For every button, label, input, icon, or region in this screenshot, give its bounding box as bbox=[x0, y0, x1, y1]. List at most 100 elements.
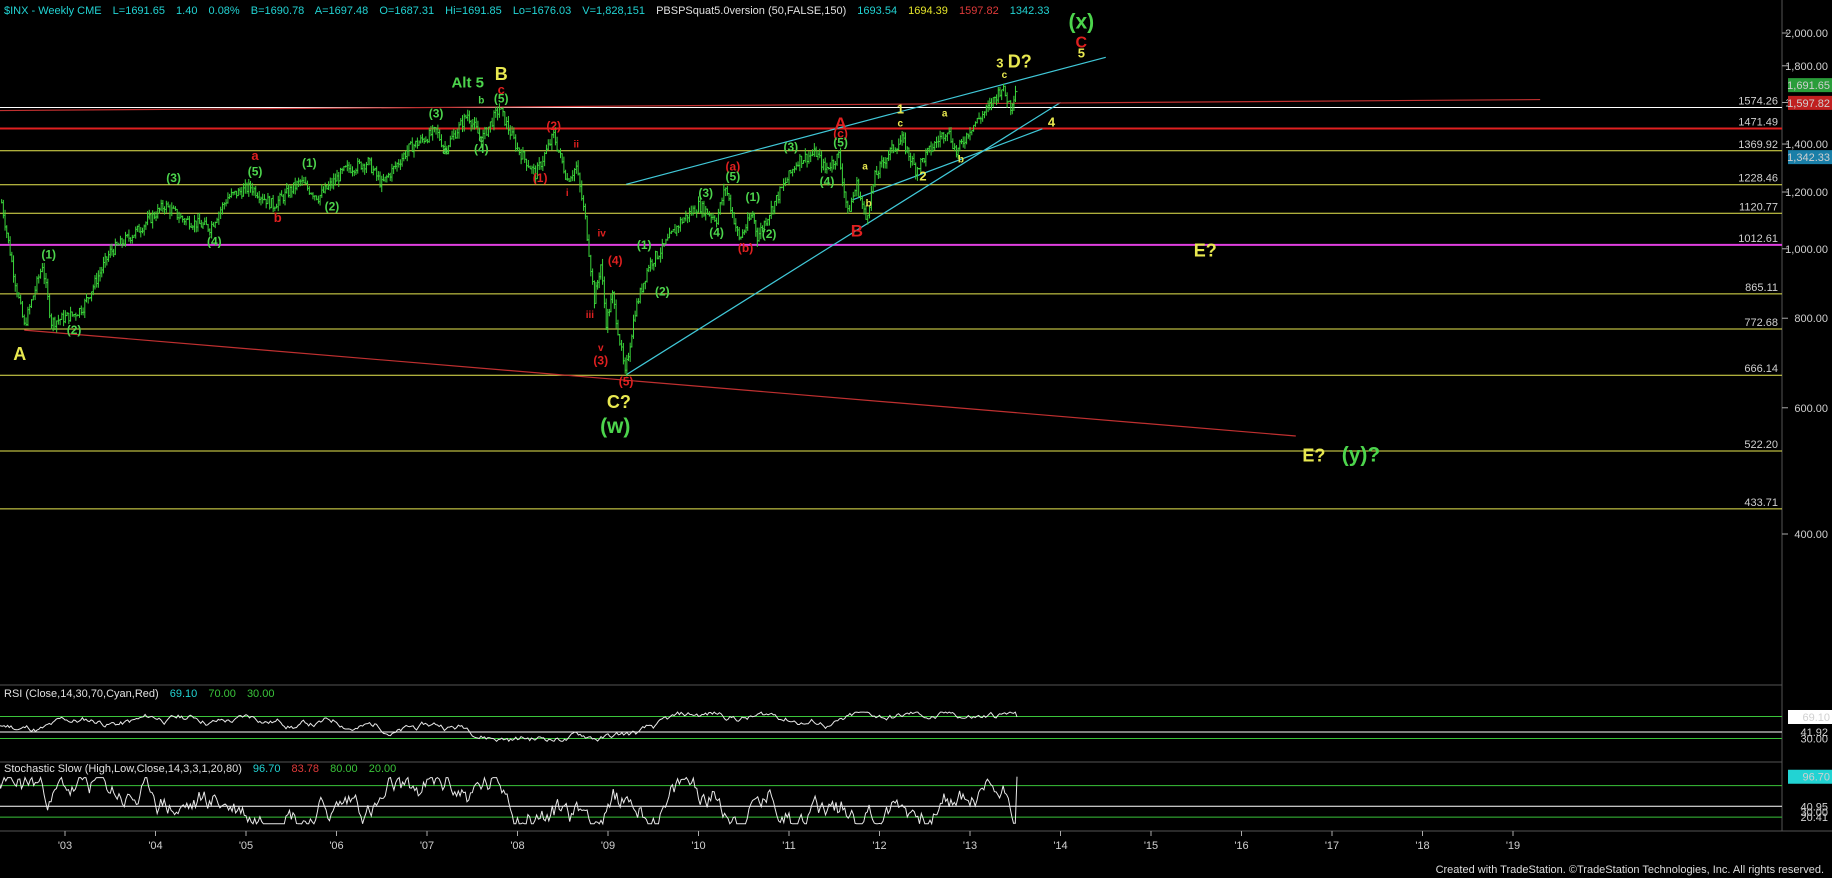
x-tick-label: '09 bbox=[601, 840, 615, 852]
level-label: 1120.77 bbox=[1739, 201, 1778, 213]
y-tick-label: 600.00 bbox=[1794, 403, 1828, 415]
header: $INX - Weekly CME L=1691.65 1.40 0.08% B… bbox=[4, 5, 1050, 17]
wave-label: a bbox=[442, 146, 448, 157]
low: Lo=1676.03 bbox=[513, 5, 571, 17]
osc-tag-text: 96.70 bbox=[1802, 772, 1830, 784]
y-tick-label: 2,000.00 bbox=[1785, 28, 1828, 40]
level-label: 1012.61 bbox=[1738, 233, 1778, 245]
x-tick-label: '13 bbox=[963, 840, 977, 852]
wave-label: (1) bbox=[745, 190, 760, 204]
level-label: 666.14 bbox=[1744, 363, 1778, 375]
x-tick-label: '06 bbox=[329, 840, 343, 852]
x-tick-label: '12 bbox=[872, 840, 886, 852]
rsi-title: RSI (Close,14,30,70,Cyan,Red) bbox=[4, 688, 159, 700]
wave-label: (2) bbox=[325, 200, 340, 214]
last-value: L=1691.65 bbox=[113, 5, 165, 17]
tradestation-chart[interactable]: A (1) (2) (3) (4) a (5) b (1) (2) (3) a Alt 5 b c (4) Bc… bbox=[0, 0, 1832, 878]
wave-label: b bbox=[958, 154, 964, 165]
stoch-k: 96.70 bbox=[253, 763, 281, 775]
stoch-d: 83.78 bbox=[292, 763, 320, 775]
rsi-os: 30.00 bbox=[247, 688, 275, 700]
wave-label: c bbox=[898, 119, 904, 130]
wave-label: b bbox=[866, 199, 872, 210]
wave-label: b bbox=[274, 210, 282, 225]
wave-label: iii bbox=[586, 310, 595, 321]
time-axis: '03 '04 '05 '06 '07 '08 '09 '10 '11 '12 '13 '14 '15 '… bbox=[58, 831, 1520, 852]
wave-label: a bbox=[251, 148, 259, 163]
wave-label: (4) bbox=[709, 226, 724, 240]
rsi-ob: 70.00 bbox=[208, 688, 236, 700]
y-tick-label: 400.00 bbox=[1794, 529, 1828, 541]
wave-label: (1) bbox=[637, 238, 652, 252]
ind-val-4: 1342.33 bbox=[1010, 5, 1050, 17]
wave-label: (5) bbox=[248, 165, 263, 179]
wave-label: 2 bbox=[919, 169, 926, 184]
level-label: 433.71 bbox=[1744, 497, 1778, 509]
wave-label: b bbox=[478, 95, 484, 106]
wave-label: (5) bbox=[494, 91, 509, 105]
x-tick-label: '11 bbox=[782, 840, 796, 852]
wave-label: (1) bbox=[41, 247, 56, 261]
wave-label: (1) bbox=[302, 156, 317, 170]
open: O=1687.31 bbox=[379, 5, 434, 17]
wave-label: 3 bbox=[996, 56, 1003, 71]
level-label: 1471.49 bbox=[1738, 117, 1778, 129]
y-tick-label: 800.00 bbox=[1794, 313, 1828, 325]
x-tick-label: '18 bbox=[1415, 840, 1429, 852]
wave-label: Alt 5 bbox=[451, 74, 484, 91]
wave-label: c bbox=[1002, 70, 1008, 81]
level-label: 865.11 bbox=[1745, 282, 1778, 294]
x-tick-label: '03 bbox=[58, 840, 72, 852]
footer-credit: Created with TradeStation. ©TradeStation… bbox=[1435, 864, 1824, 876]
price-pane[interactable] bbox=[0, 0, 1782, 685]
x-tick-label: '08 bbox=[510, 840, 524, 852]
price-tags: 1,691.65 1,597.82 1,342.33 bbox=[1787, 78, 1832, 165]
wave-label: (2) bbox=[67, 323, 82, 337]
x-tick-label: '07 bbox=[420, 840, 434, 852]
chart-window: A (1) (2) (3) (4) a (5) b (1) (2) (3) a Alt 5 b c (4) Bc… bbox=[0, 0, 1832, 878]
wave-label: (1) bbox=[533, 171, 548, 185]
wave-label: (y)? bbox=[1342, 443, 1381, 466]
x-tick-label: '15 bbox=[1144, 840, 1158, 852]
wave-label: 1 bbox=[897, 101, 904, 116]
wave-label: (x) bbox=[1068, 10, 1094, 33]
wave-label: (3) bbox=[429, 106, 444, 120]
symbol-title: $INX - Weekly CME bbox=[4, 5, 102, 17]
wave-label: (5) bbox=[619, 374, 634, 388]
y-tick-label: 1,000.00 bbox=[1785, 244, 1828, 256]
level-label: 522.20 bbox=[1744, 439, 1778, 451]
wave-label: iv bbox=[597, 229, 606, 240]
price-tag-text: 1,597.82 bbox=[1787, 98, 1830, 110]
volume: V=1,828,151 bbox=[582, 5, 645, 17]
x-tick-label: '05 bbox=[239, 840, 253, 852]
wave-label: (3) bbox=[166, 171, 181, 185]
wave-label: ii bbox=[574, 139, 580, 150]
y-tick-label: 1,200.00 bbox=[1785, 187, 1828, 199]
wave-label: (3) bbox=[783, 140, 798, 154]
x-tick-label: '19 bbox=[1506, 840, 1520, 852]
wave-label: (4) bbox=[820, 175, 835, 189]
wave-label: (3) bbox=[698, 186, 713, 200]
wave-label: (5) bbox=[833, 135, 848, 149]
change: 1.40 bbox=[176, 5, 197, 17]
x-tick-label: '16 bbox=[1234, 840, 1248, 852]
wave-label: a bbox=[942, 108, 948, 119]
wave-label: (4) bbox=[608, 254, 623, 268]
price-tag-text: 1,342.33 bbox=[1787, 152, 1830, 164]
wave-label: D? bbox=[1008, 52, 1032, 72]
stoch-os: 20.00 bbox=[369, 763, 397, 775]
wave-label: 4 bbox=[1048, 115, 1056, 130]
x-tick-label: '17 bbox=[1325, 840, 1339, 852]
ind-val-2: 1694.39 bbox=[908, 5, 948, 17]
y-tick-label: 1,800.00 bbox=[1785, 61, 1828, 73]
wave-label: C? bbox=[607, 392, 631, 412]
level-label: 1574.26 bbox=[1738, 96, 1778, 108]
wave-label: (b) bbox=[738, 241, 753, 255]
wave-label: B bbox=[851, 222, 863, 241]
ind-val-1: 1693.54 bbox=[857, 5, 897, 17]
stoch-title: Stochastic Slow (High,Low,Close,14,3,3,1… bbox=[4, 763, 242, 775]
level-label: 772.68 bbox=[1744, 317, 1778, 329]
level-label: 1228.46 bbox=[1738, 173, 1778, 185]
wave-label: (4) bbox=[474, 142, 489, 156]
wave-label: (2) bbox=[546, 119, 561, 133]
